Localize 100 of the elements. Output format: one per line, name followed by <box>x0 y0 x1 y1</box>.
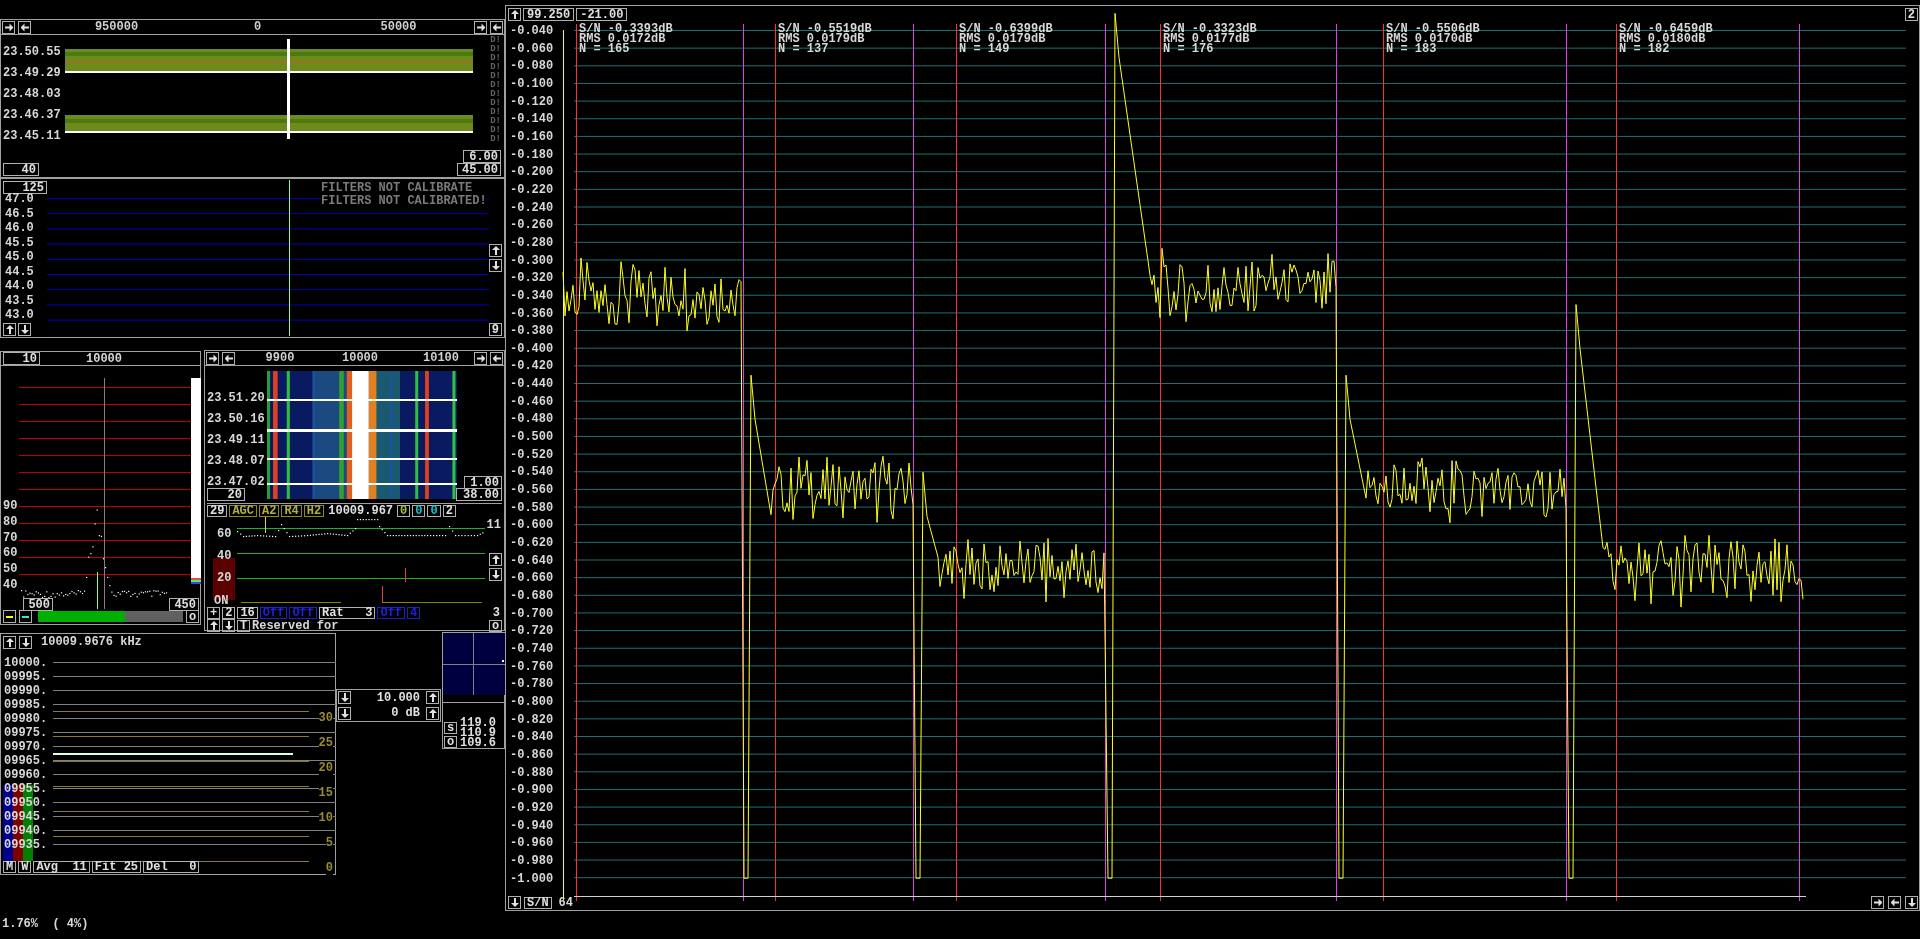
option-button[interactable]: o <box>186 610 199 623</box>
arrow-button[interactable] <box>18 323 31 336</box>
axis-label: -0.520 <box>510 448 554 461</box>
arrow-button[interactable] <box>18 20 31 34</box>
stat-text: RMS 0.0172dB <box>579 33 666 43</box>
status-mark: D! <box>490 81 501 90</box>
arrow-button[interactable] <box>206 351 219 365</box>
count-text: 64 <box>558 896 573 909</box>
right-arrow-icon <box>476 22 485 32</box>
axis-label: -0.560 <box>510 484 554 497</box>
arrow-button[interactable] <box>3 635 16 649</box>
arrow-button[interactable] <box>489 244 502 257</box>
arrow-button[interactable] <box>508 896 521 909</box>
time-label: 23.47.02 <box>207 476 265 488</box>
toggle-field[interactable]: AGC <box>229 505 257 517</box>
option-button[interactable]: Del 0 <box>143 861 200 873</box>
up-arrow-icon <box>5 637 14 647</box>
time-label: 23.46.37 <box>3 109 61 121</box>
status-mark: D! <box>490 72 501 81</box>
status-text: ON <box>214 595 229 607</box>
arrow-button[interactable] <box>1871 896 1884 909</box>
value-field[interactable]: 40 <box>3 163 39 176</box>
arrow-button[interactable] <box>338 691 351 705</box>
toggle-field[interactable]: 0 <box>397 505 411 517</box>
value-field[interactable]: 10 <box>3 352 40 365</box>
toggle-field[interactable]: 2 <box>442 505 456 517</box>
toggle-field[interactable]: A2 <box>259 505 280 517</box>
arrow-button[interactable] <box>222 351 235 365</box>
arrow-button[interactable] <box>490 351 503 365</box>
option-button[interactable]: Avg 11 <box>33 861 90 873</box>
color-button[interactable] <box>19 610 32 623</box>
axis-label: -0.540 <box>510 466 554 479</box>
axis-label: -0.060 <box>510 42 554 55</box>
up-arrow-icon <box>209 621 218 630</box>
arrow-button[interactable] <box>19 635 32 649</box>
option-button[interactable]: Fit 25 <box>91 861 142 873</box>
arrow-button[interactable] <box>489 568 502 581</box>
up-arrow-icon <box>510 10 519 19</box>
arrow-button[interactable] <box>474 20 487 34</box>
value-field[interactable]: 99.250 <box>523 8 575 21</box>
stat-text: RMS 0.0179dB <box>778 33 865 43</box>
arrow-button[interactable] <box>426 691 439 705</box>
value-field[interactable]: 125 <box>3 181 47 194</box>
down-arrow-icon <box>491 261 500 270</box>
scale-label: 0 <box>325 861 333 875</box>
option-button[interactable]: o <box>489 619 502 632</box>
status-mark: D! <box>490 126 501 135</box>
left-arrow-icon <box>20 22 29 32</box>
option-button[interactable]: s <box>444 722 457 734</box>
readout-text: 10009.967 <box>327 505 395 517</box>
value-field[interactable]: 45.00 <box>457 163 501 176</box>
value-field[interactable]: 450 <box>169 598 199 611</box>
axis-label: -1.000 <box>510 872 554 885</box>
right-arrow-icon <box>4 22 13 32</box>
scale-label: 950000 <box>93 21 140 33</box>
toggle-field[interactable]: Rat 3 <box>319 607 376 619</box>
value-field[interactable]: 500 <box>23 598 53 611</box>
arrow-button[interactable] <box>490 20 503 34</box>
arrow-button[interactable] <box>3 323 16 336</box>
option-button[interactable]: M <box>3 861 17 873</box>
toggle-field[interactable]: R4 <box>281 505 302 517</box>
arrow-button[interactable] <box>207 619 220 632</box>
value-field[interactable]: 6.00 <box>463 150 501 163</box>
value-field[interactable]: 38.00 <box>456 488 502 501</box>
toggle-field[interactable]: + <box>207 607 221 619</box>
value-field[interactable]: 9 <box>489 323 502 336</box>
toggle-field[interactable]: 2 <box>222 607 236 619</box>
arrow-button[interactable] <box>489 259 502 272</box>
toggle-field[interactable]: H2 <box>303 505 325 517</box>
arrow-button[interactable] <box>426 706 439 720</box>
frequency-label: 09995. <box>4 671 48 685</box>
value-field[interactable]: 20 <box>207 488 245 501</box>
arrow-button[interactable] <box>508 8 521 21</box>
arrow-button[interactable] <box>222 619 235 632</box>
arrow-button[interactable] <box>1888 896 1901 909</box>
value-field[interactable]: 2 <box>1905 8 1918 21</box>
value-field[interactable]: -21.00 <box>576 8 628 21</box>
stat-text: S/N -0.3323dB <box>1163 23 1257 33</box>
arrow-button[interactable] <box>338 706 351 720</box>
mode-button[interactable]: S/N <box>524 896 552 909</box>
stat-text: RMS 0.0179dB <box>959 33 1046 43</box>
option-button[interactable]: W <box>18 861 32 873</box>
status-mark: D! <box>490 54 501 63</box>
toggle-field[interactable]: 29 <box>207 505 228 517</box>
arrow-button[interactable] <box>1905 896 1918 909</box>
status-mark: D! <box>490 108 501 117</box>
right-arrow-icon <box>476 353 485 363</box>
toggle-field[interactable]: 0 <box>427 505 441 517</box>
arrow-button[interactable] <box>2 20 15 34</box>
arrow-button[interactable] <box>474 351 487 365</box>
toggle-field[interactable]: 16 <box>237 607 258 619</box>
value-readout: 109.6 <box>460 737 496 747</box>
toggle-field[interactable]: 0 <box>412 505 426 517</box>
color-button[interactable] <box>3 610 16 623</box>
option-button[interactable]: o <box>444 736 457 748</box>
time-label: 23.48.03 <box>3 88 61 100</box>
text-button[interactable]: T <box>237 619 250 632</box>
arrow-button[interactable] <box>489 553 502 566</box>
status-text: 1.76% ( 4%) <box>2 918 89 930</box>
level-track[interactable] <box>38 611 183 622</box>
